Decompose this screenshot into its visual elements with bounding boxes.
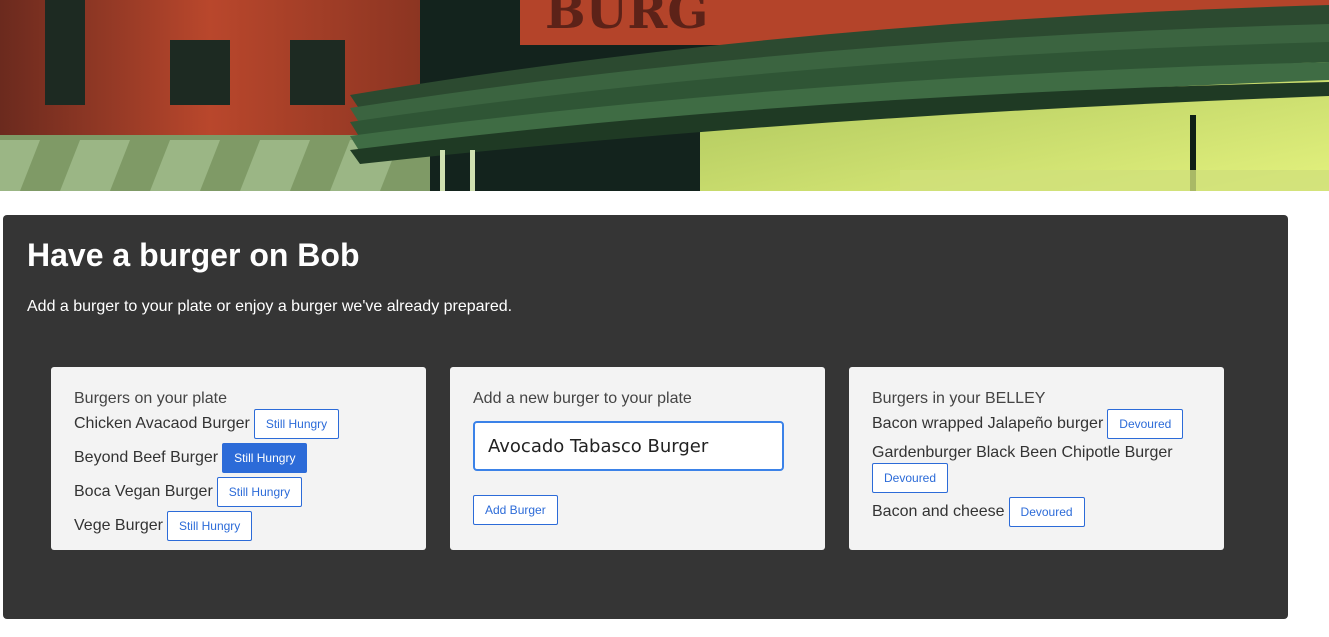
add-burger-title: Add a new burger to your plate bbox=[473, 390, 692, 407]
burger-name: Bacon and cheese bbox=[872, 503, 1005, 520]
burger-restaurant-illustration: BURG bbox=[0, 0, 1329, 191]
still-hungry-button[interactable]: Still Hungry bbox=[166, 511, 253, 541]
hero-banner: BURG bbox=[0, 0, 1329, 191]
burger-name: Gardenburger Black Been Chipotle Burger bbox=[872, 444, 1173, 461]
belley-card: Burgers in your BELLEY Bacon wrapped Jal… bbox=[849, 367, 1224, 550]
sign-lettering: BURG bbox=[545, 0, 708, 40]
list-item: Bacon wrapped Jalapeño burger Devoured bbox=[872, 409, 1201, 439]
list-item: Vege Burger Still Hungry bbox=[74, 511, 403, 541]
burger-name: Vege Burger bbox=[74, 517, 163, 534]
main-panel: Have a burger on Bob Add a burger to you… bbox=[3, 215, 1288, 619]
list-item: Boca Vegan Burger Still Hungry bbox=[74, 477, 403, 507]
belley-list: Bacon wrapped Jalapeño burger Devoured G… bbox=[872, 409, 1201, 527]
add-burger-button[interactable]: Add Burger bbox=[473, 495, 558, 525]
list-item: Bacon and cheese Devoured bbox=[872, 497, 1201, 527]
list-item: Beyond Beef Burger Still Hungry bbox=[74, 443, 403, 473]
still-hungry-button[interactable]: Still Hungry bbox=[253, 409, 340, 439]
still-hungry-button[interactable]: Still Hungry bbox=[216, 477, 303, 507]
devoured-button[interactable]: Devoured bbox=[1107, 409, 1184, 439]
list-item: Gardenburger Black Been Chipotle Burger … bbox=[872, 443, 1201, 493]
devoured-button[interactable]: Devoured bbox=[1008, 497, 1085, 527]
burger-name: Chicken Avacaod Burger bbox=[74, 415, 250, 432]
add-burger-card: Add a new burger to your plate Add Burge… bbox=[450, 367, 825, 550]
page-subtitle: Add a burger to your plate or enjoy a bu… bbox=[27, 298, 513, 315]
burger-name: Boca Vegan Burger bbox=[74, 483, 213, 500]
page-title: Have a burger on Bob bbox=[27, 237, 360, 273]
burger-name: Beyond Beef Burger bbox=[74, 449, 219, 466]
burger-name-input[interactable] bbox=[473, 421, 784, 471]
plate-card: Burgers on your plate Chicken Avacaod Bu… bbox=[51, 367, 426, 550]
burger-name: Bacon wrapped Jalapeño burger bbox=[872, 415, 1104, 432]
devoured-button[interactable]: Devoured bbox=[872, 463, 949, 493]
plate-list: Chicken Avacaod Burger Still Hungry Beyo… bbox=[74, 409, 403, 541]
still-hungry-button[interactable]: Still Hungry bbox=[222, 443, 308, 473]
list-item: Chicken Avacaod Burger Still Hungry bbox=[74, 409, 403, 439]
belley-card-title: Burgers in your BELLEY bbox=[872, 390, 1046, 407]
plate-card-title: Burgers on your plate bbox=[74, 390, 227, 407]
